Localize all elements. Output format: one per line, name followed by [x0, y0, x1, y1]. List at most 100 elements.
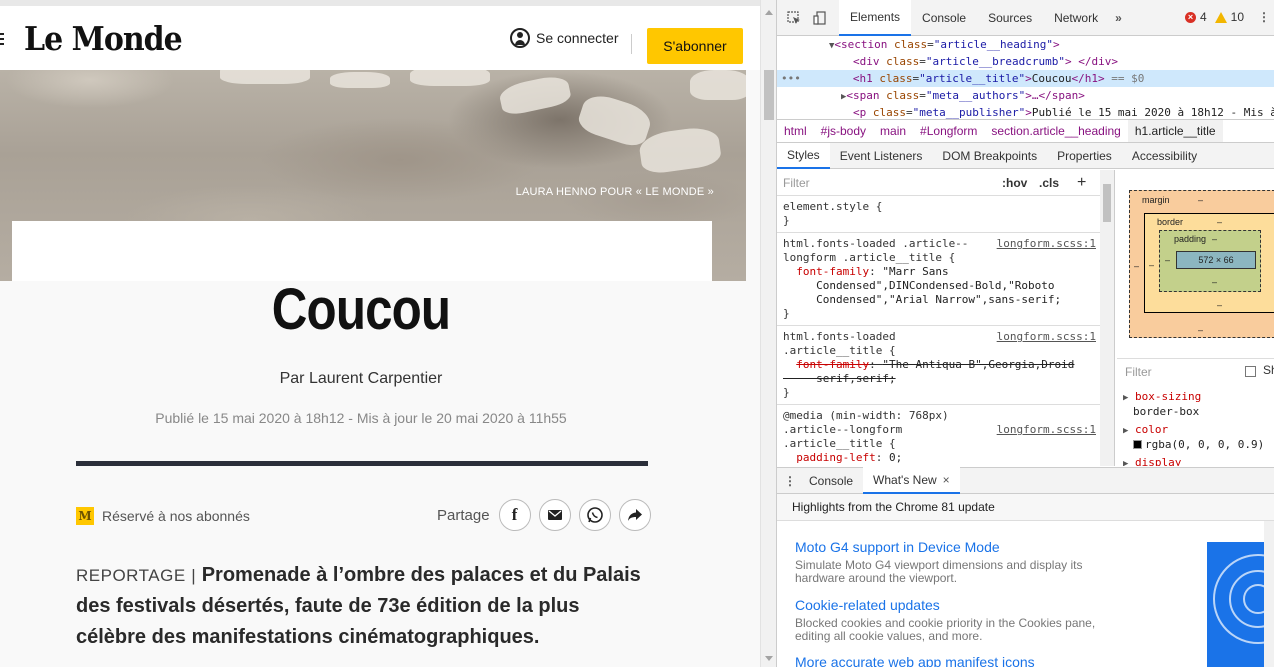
subscriber-badge-icon: M — [76, 507, 94, 525]
scroll-down-icon[interactable] — [765, 656, 773, 661]
style-rule-1[interactable]: html.fonts-loaded .article-- longform .a… — [777, 233, 1114, 326]
style-rule-3[interactable]: @media (min-width: 768px) .article--long… — [777, 405, 1114, 466]
tab-sources[interactable]: Sources — [977, 0, 1043, 36]
article-publisher: Publié le 15 mai 2020 à 18h12 - Mis à jo… — [155, 410, 567, 426]
new-rule-icon[interactable]: + — [1077, 174, 1086, 190]
issues-counter[interactable]: × 4 10 — [1184, 10, 1244, 24]
styles-filter-row: Filter :hov .cls + — [777, 170, 1114, 196]
email-share-button[interactable] — [538, 499, 571, 531]
computed-filter-row: Filter Sh — [1117, 358, 1274, 384]
site-header: Le Monde Se connecter S'abonner — [0, 0, 760, 70]
scroll-up-icon[interactable] — [765, 10, 773, 15]
login-label: Se connecter — [536, 30, 619, 46]
computed-list: ▶ box-sizing border-box ▶ color rgba(0, … — [1117, 390, 1274, 466]
more-share-button[interactable] — [618, 499, 651, 531]
breadcrumb-main[interactable]: main — [873, 120, 913, 142]
style-source-link[interactable]: longform.scss:1 — [997, 423, 1096, 437]
whats-new-body: Moto G4 support in Device Mode Simulate … — [777, 521, 1274, 667]
article-lede: REPORTAGE | Promenade à l’ombre des pala… — [76, 560, 646, 653]
whats-new-desc: Blocked cookies and cookie priority in t… — [795, 616, 1096, 643]
user-icon — [510, 28, 530, 48]
computed-value-box-sizing: border-box — [1133, 405, 1200, 418]
dom-node-section[interactable]: ▼<section class="article__heading"> — [777, 36, 1274, 53]
style-rule-element[interactable]: element.style { } — [777, 196, 1114, 233]
inspect-element-icon[interactable] — [785, 9, 803, 27]
tab-styles[interactable]: Styles — [777, 142, 830, 169]
share-label: Partage — [437, 506, 490, 524]
le-monde-logo[interactable]: Le Monde — [24, 21, 183, 59]
node-actions-icon[interactable]: ••• — [781, 72, 801, 85]
color-swatch[interactable] — [1133, 440, 1142, 449]
devtools-menu-icon[interactable]: ⋮ — [1258, 10, 1270, 24]
styles-scroll-thumb[interactable] — [1103, 184, 1111, 222]
hover-state-toggle[interactable]: :hov — [1002, 176, 1027, 190]
share-arrow-icon — [627, 509, 642, 521]
style-source-link[interactable]: longform.scss:1 — [997, 237, 1096, 251]
box-model-pane: margin – – – border – – – padding – – – … — [1117, 170, 1274, 466]
tab-dom-breakpoints[interactable]: DOM Breakpoints — [932, 143, 1047, 169]
whats-new-heading: Highlights from the Chrome 81 update — [777, 494, 1274, 521]
box-model-content[interactable]: 572 × 66 — [1176, 251, 1256, 269]
subscribe-button[interactable]: S'abonner — [647, 28, 743, 64]
computed-prop-color[interactable]: ▶ color — [1123, 423, 1274, 438]
style-rule-2[interactable]: html.fonts-loaded .article__title { font… — [777, 326, 1114, 405]
elements-subtabs: Styles Event Listeners DOM Breakpoints P… — [777, 142, 1274, 169]
devtools-tabbar: Elements Console Sources Network » × 4 1… — [777, 0, 1274, 36]
box-model-border[interactable]: border – – – padding – – – 572 × 66 — [1144, 213, 1274, 313]
le-monde-page: Le Monde Se connecter S'abonner LAURA HE… — [0, 0, 760, 667]
dom-node-publisher[interactable]: <p class="meta__publisher">Publié le 15 … — [777, 104, 1274, 119]
tab-network[interactable]: Network — [1043, 0, 1109, 36]
close-icon[interactable]: × — [943, 473, 950, 487]
device-toolbar-icon[interactable] — [811, 9, 829, 27]
breadcrumb-section[interactable]: section.article__heading — [984, 120, 1127, 142]
computed-prop-box-sizing[interactable]: ▶ box-sizing — [1123, 390, 1274, 405]
drawer-tab-whats-new[interactable]: What's New × — [863, 467, 960, 494]
reserved-label: Réservé à nos abonnés — [102, 508, 250, 524]
facebook-icon: f — [511, 505, 518, 524]
computed-prop-display[interactable]: ▶ display — [1123, 456, 1274, 466]
page-scroll-thumb[interactable] — [764, 70, 774, 120]
tab-accessibility[interactable]: Accessibility — [1122, 143, 1207, 169]
styles-filter-input[interactable]: Filter — [783, 176, 810, 190]
facebook-share-button[interactable]: f — [498, 499, 531, 531]
article-authors: Par Laurent Carpentier — [279, 370, 443, 387]
styles-scrollbar[interactable] — [1100, 170, 1114, 466]
menu-icon[interactable] — [0, 33, 4, 48]
login-link[interactable]: Se connecter — [510, 28, 619, 48]
show-all-checkbox[interactable] — [1245, 366, 1256, 377]
computed-filter-input[interactable]: Filter — [1125, 365, 1152, 379]
dom-node-h1-selected[interactable]: ••• <h1 class="article__title">Coucou</h1… — [777, 70, 1274, 87]
drawer-tab-console[interactable]: Console — [799, 467, 863, 494]
mail-icon — [547, 510, 562, 520]
box-model-padding[interactable]: padding – – – 572 × 66 — [1159, 230, 1261, 292]
devtools-panel: Elements Console Sources Network » × 4 1… — [776, 0, 1274, 667]
dom-node-authors[interactable]: ▶<span class="meta__authors">…</span> — [777, 87, 1274, 104]
kicker-separator: | — [191, 566, 197, 585]
tab-event-listeners[interactable]: Event Listeners — [830, 143, 933, 169]
drawer-scrollbar[interactable] — [1264, 521, 1274, 667]
tab-properties[interactable]: Properties — [1047, 143, 1122, 169]
tab-elements[interactable]: Elements — [839, 0, 912, 36]
page-scrollbar[interactable] — [760, 0, 776, 667]
box-model-margin[interactable]: margin – – – border – – – padding – – – … — [1129, 190, 1274, 338]
whatsapp-icon — [586, 507, 603, 523]
error-count: 4 — [1199, 10, 1207, 24]
tab-console[interactable]: Console — [911, 0, 977, 36]
class-toggle[interactable]: .cls — [1039, 176, 1059, 190]
breadcrumb-js-body[interactable]: #js-body — [814, 120, 873, 142]
breadcrumb-html[interactable]: html — [777, 120, 814, 142]
more-tabs-icon[interactable]: » — [1109, 11, 1128, 25]
whats-new-link[interactable]: More accurate web app manifest icons — [795, 654, 1115, 667]
breadcrumb-longform[interactable]: #Longform — [913, 120, 984, 142]
whats-new-item: Cookie-related updates Blocked cookies a… — [795, 597, 1115, 643]
dom-node-breadcrumb[interactable]: <div class="article__breadcrumb"> </div> — [777, 53, 1274, 70]
dom-tree: ▼<section class="article__heading"> <div… — [777, 36, 1274, 119]
photo-credit: LAURA HENNO POUR « LE MONDE » — [515, 186, 714, 198]
drawer-menu-icon[interactable]: ⋮ — [781, 474, 799, 488]
whats-new-link[interactable]: Moto G4 support in Device Mode — [795, 539, 1115, 555]
whatsapp-share-button[interactable] — [578, 499, 611, 531]
whats-new-link[interactable]: Cookie-related updates — [795, 597, 1115, 613]
breadcrumb-h1[interactable]: h1.article__title — [1127, 120, 1223, 142]
style-source-link[interactable]: longform.scss:1 — [997, 330, 1096, 344]
warning-count: 10 — [1230, 10, 1244, 24]
